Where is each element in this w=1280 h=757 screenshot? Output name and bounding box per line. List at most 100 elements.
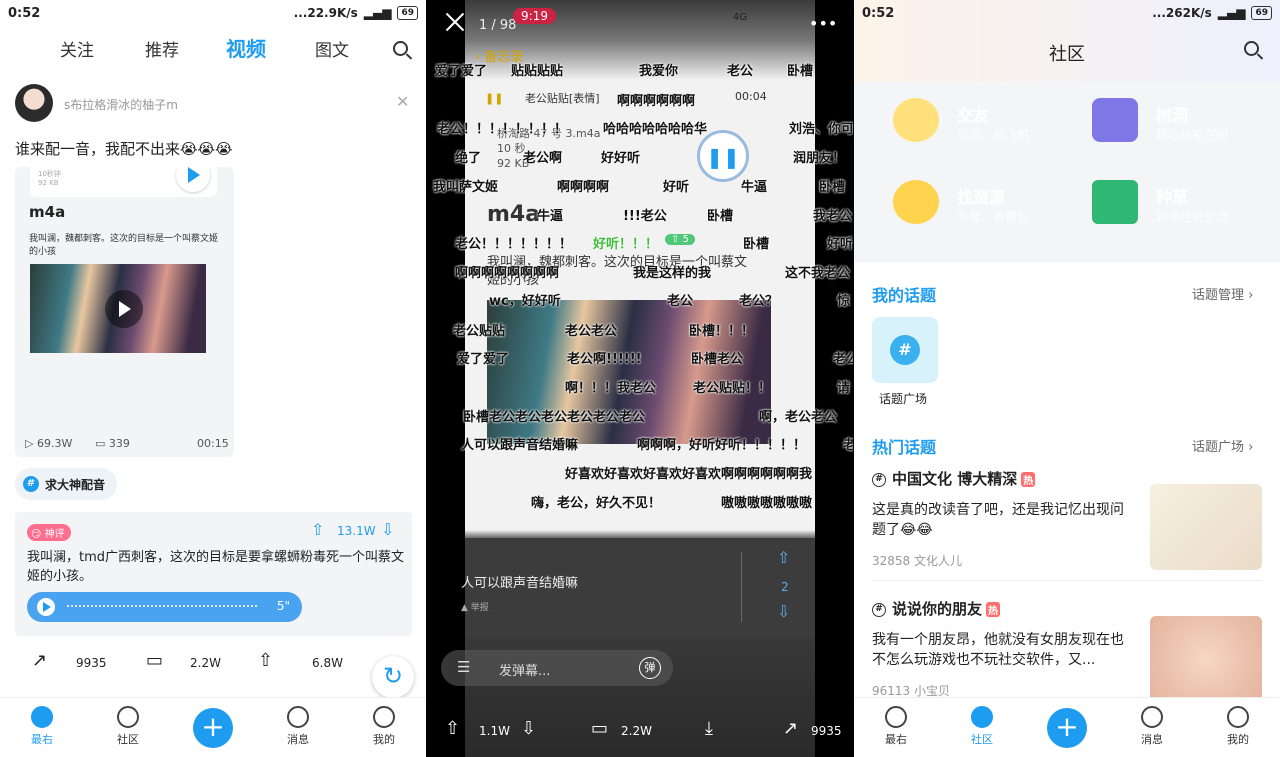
danmaku-comment[interactable]: 好听 xyxy=(827,233,853,252)
danmaku-comment[interactable]: 好喜欢好喜欢好喜欢好喜欢啊啊啊啊啊啊我 xyxy=(565,463,812,482)
pause-icon[interactable]: ❚❚ xyxy=(485,92,503,105)
comment-icon[interactable]: ▭ xyxy=(146,650,163,671)
tab-follow[interactable]: 关注 xyxy=(60,36,94,61)
pause-button[interactable]: ❚❚ xyxy=(697,130,749,182)
danmaku-comment[interactable]: 嗷嗷嗷嗷嗷嗷嗷 xyxy=(721,492,812,511)
topic-item[interactable]: # 说说你的朋友热 我有一个朋友昂，他就没有女朋友现在也不怎么玩游戏也不玩社交软件… xyxy=(872,598,1262,708)
list-icon[interactable]: ☰ xyxy=(457,658,470,676)
upvote-icon[interactable]: ⇧ xyxy=(311,520,324,539)
danmaku-comment[interactable]: 老公？ xyxy=(739,290,778,309)
video-play-button[interactable] xyxy=(105,290,143,328)
downvote-icon[interactable]: ⇩ xyxy=(777,602,790,621)
danmaku-toggle[interactable]: 弹 xyxy=(639,657,661,679)
danmaku-comment[interactable]: 老公啊 xyxy=(523,147,562,166)
danmaku-comment[interactable]: 我是这样的我 xyxy=(633,262,711,281)
nav-mine[interactable]: 我的 xyxy=(1218,706,1258,747)
close-icon[interactable]: ✕ xyxy=(396,92,409,111)
danmaku-comment[interactable]: 卧槽 xyxy=(819,176,845,195)
report-link[interactable]: ▲ 举报 xyxy=(461,600,489,613)
danmaku-comment[interactable]: 贴贴贴贴 xyxy=(511,60,563,79)
danmaku-comment[interactable]: 哈哈哈哈哈哈哈华 xyxy=(603,118,707,137)
voice-player[interactable]: 5" xyxy=(27,592,302,622)
danmaku-comment[interactable]: 刘浩、你可爱 xyxy=(789,118,853,137)
danmaku-comment[interactable]: 啊，老公老公 xyxy=(759,406,837,425)
danmaku-comment[interactable]: 好听！！！ xyxy=(593,233,658,252)
comment-icon[interactable]: ▭ xyxy=(591,718,608,739)
danmaku-comment[interactable]: 牛逼 xyxy=(741,176,767,195)
nav-community[interactable]: 社区 xyxy=(962,706,1002,747)
nav-messages[interactable]: 消息 xyxy=(1132,706,1172,747)
search-icon[interactable] xyxy=(393,41,408,56)
refresh-button[interactable]: ↻ xyxy=(372,656,414,698)
danmaku-comment[interactable]: wc，好好听 xyxy=(489,290,561,309)
danmaku-comment[interactable]: 老公贴贴！！ xyxy=(693,377,771,396)
god-comment[interactable]: 😏 神评 ⇧ 13.1W ⇩ 我叫澜，tmd广西刺客，这次的目标是要拿螺蛳粉毒死… xyxy=(15,512,412,636)
avatar[interactable] xyxy=(15,84,53,122)
danmaku-comment[interactable]: 啊啊啊啊啊啊啊啊 xyxy=(455,262,559,281)
add-post-button[interactable]: + xyxy=(1047,708,1087,748)
danmaku-comment[interactable]: 好听 xyxy=(663,176,689,195)
nav-community[interactable]: 社区 xyxy=(108,706,148,747)
danmaku-comment[interactable]: 我老公 xyxy=(813,205,852,224)
danmaku-comment[interactable]: 牛逼 xyxy=(537,205,563,224)
danmaku-comment[interactable]: 好好听 xyxy=(601,147,640,166)
nav-messages[interactable]: 消息 xyxy=(278,706,318,747)
danmaku-input[interactable]: ☰ 发弹幕... 弹 xyxy=(441,650,673,686)
audio-play-button[interactable] xyxy=(176,167,210,192)
downvote-icon[interactable]: ⇩ xyxy=(521,718,536,739)
danmaku-comment[interactable]: 啊啊啊啊 xyxy=(557,176,609,195)
share-icon[interactable]: ↗ xyxy=(32,650,47,671)
danmaku-comment[interactable]: 老 xyxy=(843,434,853,453)
danmaku-comment[interactable]: 惊 xyxy=(837,290,850,309)
search-icon[interactable] xyxy=(1244,41,1259,56)
topic-item[interactable]: # 中国文化 博大精深热 这是真的改读音了吧，还是我记忆出现问题了😂😂 32858… xyxy=(872,468,1262,578)
downvote-icon[interactable]: ⇩ xyxy=(381,520,394,539)
tab-video[interactable]: 视频 xyxy=(226,33,266,62)
upvote-icon[interactable]: ⇧ xyxy=(777,548,790,567)
danmaku-comment[interactable]: 绝了 xyxy=(455,147,481,166)
danmaku-comment[interactable]: 啊啊啊，好听好听！！！！！ xyxy=(637,434,806,453)
share-icon[interactable]: ↗ xyxy=(783,718,798,739)
voice-play-button[interactable] xyxy=(37,598,55,616)
danmaku-comment[interactable]: 老公啊!!!!!! xyxy=(567,348,642,367)
danmaku-comment[interactable]: 请 xyxy=(837,377,850,396)
danmaku-comment[interactable]: 卧槽 xyxy=(707,205,733,224)
download-icon[interactable]: ⤓ xyxy=(705,718,713,739)
topic-square-link[interactable]: 话题广场 › xyxy=(1192,436,1253,455)
danmaku-comment[interactable]: 老公 xyxy=(833,348,853,367)
danmaku-comment[interactable]: 爱了爱了 xyxy=(435,60,487,79)
danmaku-comment[interactable]: 老公！！！！！！！ xyxy=(455,233,572,252)
more-icon[interactable]: ••• xyxy=(809,14,837,33)
danmaku-comment[interactable]: 我爱你 xyxy=(639,60,678,79)
video-card[interactable]: 10秒钟 92 KB m4a 我叫澜，魏都刺客。这次的目标是一个叫蔡文姬的小孩 … xyxy=(15,167,234,457)
post-username[interactable]: s布拉格滑冰的柚子m xyxy=(64,96,178,113)
danmaku-comment[interactable]: 卧槽老公老公老公老公老公老公 xyxy=(463,406,645,425)
danmaku-comment[interactable]: 卧槽老公 xyxy=(691,348,743,367)
topic-tag[interactable]: # 求大神配音 xyxy=(15,468,118,500)
like-icon[interactable]: ⇧ xyxy=(258,650,273,671)
danmaku-comment[interactable]: 人可以跟声音结婚嘛 xyxy=(461,434,578,453)
topic-square-tile[interactable]: # xyxy=(872,317,938,383)
danmaku-comment[interactable]: 老公贴贴 xyxy=(453,320,505,339)
tab-recommend[interactable]: 推荐 xyxy=(145,36,179,61)
tile-recommend[interactable]: 种草 剁手经验交流 xyxy=(1070,164,1262,240)
danmaku-comment[interactable]: 卧槽 xyxy=(787,60,813,79)
danmaku-comment[interactable]: 我叫萨文姬 xyxy=(433,176,498,195)
nav-latest[interactable]: 最右 xyxy=(876,706,916,747)
danmaku-comment[interactable]: 爱了爱了 xyxy=(457,348,509,367)
danmaku-comment[interactable]: 卧槽！！！ xyxy=(689,320,754,339)
nav-latest[interactable]: 最右 xyxy=(22,706,62,747)
tile-tree-hole[interactable]: 树洞 暖心秘密空间 xyxy=(1070,82,1262,158)
danmaku-comment[interactable]: 老公老公 xyxy=(565,320,617,339)
danmaku-comment[interactable]: 啊！！！我老公 xyxy=(565,377,656,396)
tile-make-friends[interactable]: 交友 动态、纸飞机 xyxy=(871,82,1063,158)
nav-mine[interactable]: 我的 xyxy=(364,706,404,747)
add-post-button[interactable]: + xyxy=(193,708,233,748)
danmaku-comment[interactable]: !!!老公 xyxy=(623,205,667,224)
upvote-icon[interactable]: ⇧ xyxy=(445,718,460,739)
danmaku-comment[interactable]: 嗨，老公，好久不见！ xyxy=(531,492,661,511)
topic-manage-link[interactable]: 话题管理 › xyxy=(1192,284,1253,303)
tab-image-text[interactable]: 图文 xyxy=(315,36,349,61)
danmaku-comment[interactable]: 老公 xyxy=(667,290,693,309)
danmaku-comment[interactable]: 卧槽 xyxy=(743,233,769,252)
